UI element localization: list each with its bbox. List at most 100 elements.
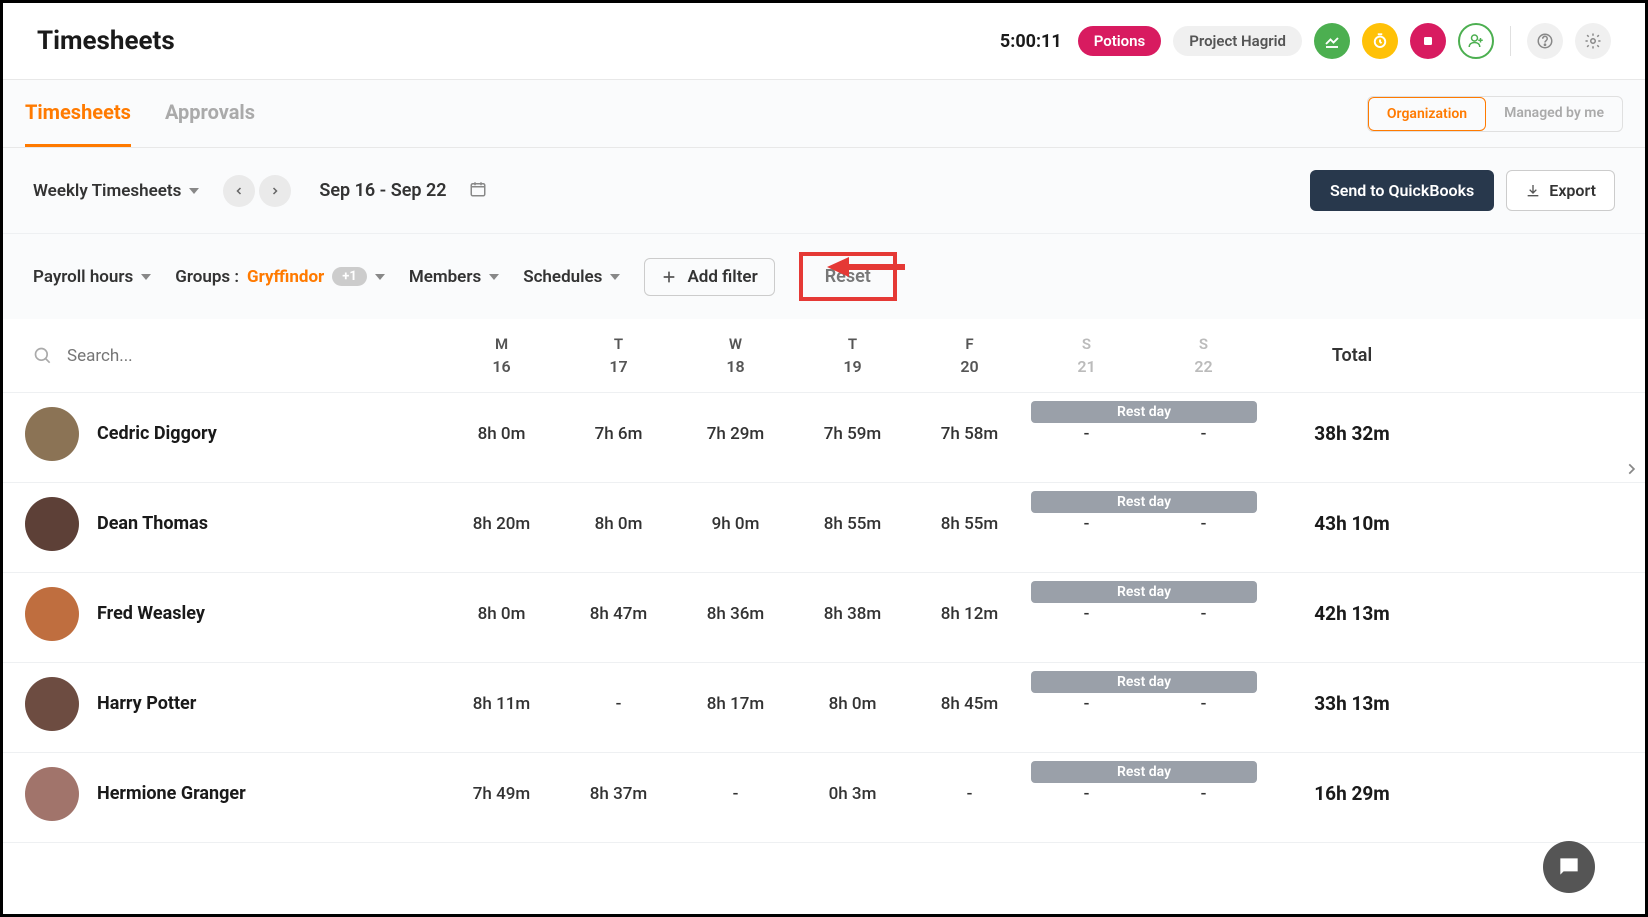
avatar[interactable] bbox=[25, 677, 79, 731]
day-label: F bbox=[911, 335, 1028, 353]
table-row[interactable]: Rest dayDean Thomas8h 20m8h 0m9h 0m8h 55… bbox=[3, 483, 1645, 573]
time-cell[interactable]: 8h 47m bbox=[560, 604, 677, 624]
export-button[interactable]: Export bbox=[1506, 170, 1615, 211]
break-icon[interactable] bbox=[1362, 23, 1398, 59]
time-cell[interactable]: 8h 37m bbox=[560, 784, 677, 804]
view-organization[interactable]: Organization bbox=[1368, 97, 1486, 131]
day-headers: M16T17W18T19F20S21S22 bbox=[443, 335, 1262, 376]
time-cell[interactable]: 8h 55m bbox=[911, 514, 1028, 534]
avatar[interactable] bbox=[25, 497, 79, 551]
avatar[interactable] bbox=[25, 767, 79, 821]
day-column-header: T19 bbox=[794, 335, 911, 376]
day-column-header: T 17 bbox=[560, 335, 677, 376]
time-cell[interactable]: - bbox=[1028, 424, 1145, 444]
time-cell[interactable]: - bbox=[1145, 784, 1262, 804]
table-row[interactable]: Rest dayFred Weasley8h 0m8h 47m8h 36m8h … bbox=[3, 573, 1645, 663]
day-number: 17 bbox=[560, 357, 677, 376]
table-row[interactable]: Rest dayHarry Potter8h 11m-8h 17m8h 0m8h… bbox=[3, 663, 1645, 753]
prev-week-button[interactable] bbox=[223, 175, 255, 207]
day-label: T bbox=[560, 335, 677, 353]
caret-down-icon bbox=[189, 188, 199, 194]
view-selector[interactable]: Weekly Timesheets bbox=[33, 181, 199, 201]
add-user-icon[interactable] bbox=[1458, 23, 1494, 59]
time-cell[interactable]: 8h 38m bbox=[794, 604, 911, 624]
tab-timesheets[interactable]: Timesheets bbox=[25, 80, 131, 147]
avatar[interactable] bbox=[25, 587, 79, 641]
toolbar: Weekly Timesheets Sep 16 - Sep 22 Send t… bbox=[3, 148, 1645, 233]
plus-icon bbox=[661, 269, 677, 285]
filter-payroll-label: Payroll hours bbox=[33, 267, 133, 287]
time-cell[interactable]: 7h 29m bbox=[677, 424, 794, 444]
time-cell[interactable]: 8h 0m bbox=[443, 604, 560, 624]
filter-schedules[interactable]: Schedules bbox=[523, 267, 620, 287]
time-cell[interactable]: - bbox=[1028, 514, 1145, 534]
time-cell[interactable]: 8h 11m bbox=[443, 694, 560, 714]
help-icon[interactable] bbox=[1527, 23, 1563, 59]
total-cell: 42h 13m bbox=[1262, 602, 1442, 625]
view-managed-by-me[interactable]: Managed by me bbox=[1486, 97, 1622, 131]
time-cell[interactable]: - bbox=[1145, 694, 1262, 714]
member-name: Hermione Granger bbox=[97, 783, 246, 804]
filter-members[interactable]: Members bbox=[409, 267, 499, 287]
date-range[interactable]: Sep 16 - Sep 22 bbox=[319, 180, 446, 201]
name-cell: Hermione Granger bbox=[25, 767, 443, 821]
filter-groups-label: Groups : bbox=[175, 267, 239, 287]
filter-payroll[interactable]: Payroll hours bbox=[33, 267, 151, 287]
time-cell[interactable]: 8h 45m bbox=[911, 694, 1028, 714]
time-cell[interactable]: 8h 20m bbox=[443, 514, 560, 534]
stop-icon[interactable] bbox=[1410, 23, 1446, 59]
add-filter-button[interactable]: Add filter bbox=[644, 258, 774, 296]
timer-display: 5:00:11 bbox=[1000, 31, 1062, 52]
time-cell[interactable]: - bbox=[1145, 604, 1262, 624]
time-cell[interactable]: 7h 49m bbox=[443, 784, 560, 804]
time-cell[interactable]: - bbox=[1028, 784, 1145, 804]
search-icon bbox=[33, 346, 53, 366]
day-column-header: S21 bbox=[1028, 335, 1145, 376]
time-cell[interactable]: 9h 0m bbox=[677, 514, 794, 534]
time-cell[interactable]: - bbox=[560, 694, 677, 714]
time-cell[interactable]: - bbox=[1145, 514, 1262, 534]
send-quickbooks-button[interactable]: Send to QuickBooks bbox=[1310, 170, 1494, 211]
settings-icon[interactable] bbox=[1575, 23, 1611, 59]
time-cell[interactable]: 8h 12m bbox=[911, 604, 1028, 624]
download-icon bbox=[1525, 183, 1541, 199]
project-pill[interactable]: Project Hagrid bbox=[1173, 26, 1302, 56]
time-cell[interactable]: 7h 58m bbox=[911, 424, 1028, 444]
table-row[interactable]: Rest dayCedric Diggory8h 0m7h 6m7h 29m7h… bbox=[3, 393, 1645, 483]
tabs-left: Timesheets Approvals bbox=[25, 80, 255, 147]
chat-widget[interactable] bbox=[1543, 841, 1595, 893]
filter-groups[interactable]: Groups : Gryffindor +1 bbox=[175, 267, 385, 287]
toolbar-left: Weekly Timesheets Sep 16 - Sep 22 bbox=[33, 175, 487, 207]
time-cell[interactable]: - bbox=[911, 784, 1028, 804]
tab-approvals[interactable]: Approvals bbox=[165, 80, 255, 147]
side-expand-icon[interactable] bbox=[1624, 459, 1638, 483]
task-pill[interactable]: Potions bbox=[1078, 26, 1162, 56]
time-cell[interactable]: 7h 6m bbox=[560, 424, 677, 444]
tabs-bar: Timesheets Approvals Organization Manage… bbox=[3, 80, 1645, 148]
time-cell[interactable]: 0h 3m bbox=[794, 784, 911, 804]
calendar-icon[interactable] bbox=[469, 180, 487, 202]
time-cell[interactable]: 7h 59m bbox=[794, 424, 911, 444]
next-week-button[interactable] bbox=[259, 175, 291, 207]
name-cell: Harry Potter bbox=[25, 677, 443, 731]
date-nav bbox=[223, 175, 291, 207]
time-cell[interactable]: 8h 55m bbox=[794, 514, 911, 534]
time-cell[interactable]: 8h 36m bbox=[677, 604, 794, 624]
avatar[interactable] bbox=[25, 407, 79, 461]
time-cell[interactable]: 8h 17m bbox=[677, 694, 794, 714]
time-cell[interactable]: - bbox=[1028, 604, 1145, 624]
time-cell[interactable]: 8h 0m bbox=[794, 694, 911, 714]
time-cell[interactable]: - bbox=[677, 784, 794, 804]
time-cell[interactable]: - bbox=[1028, 694, 1145, 714]
time-cell[interactable]: 8h 0m bbox=[443, 424, 560, 444]
time-cell[interactable]: 8h 0m bbox=[560, 514, 677, 534]
screenshot-icon[interactable] bbox=[1314, 23, 1350, 59]
export-label: Export bbox=[1549, 181, 1596, 200]
divider bbox=[1510, 26, 1511, 56]
search-input[interactable] bbox=[67, 346, 367, 366]
time-cell[interactable]: - bbox=[1145, 424, 1262, 444]
table-row[interactable]: Rest dayHermione Granger7h 49m8h 37m-0h … bbox=[3, 753, 1645, 843]
day-number: 18 bbox=[677, 357, 794, 376]
rest-day-badge: Rest day bbox=[1031, 401, 1257, 423]
day-label: W bbox=[677, 335, 794, 353]
